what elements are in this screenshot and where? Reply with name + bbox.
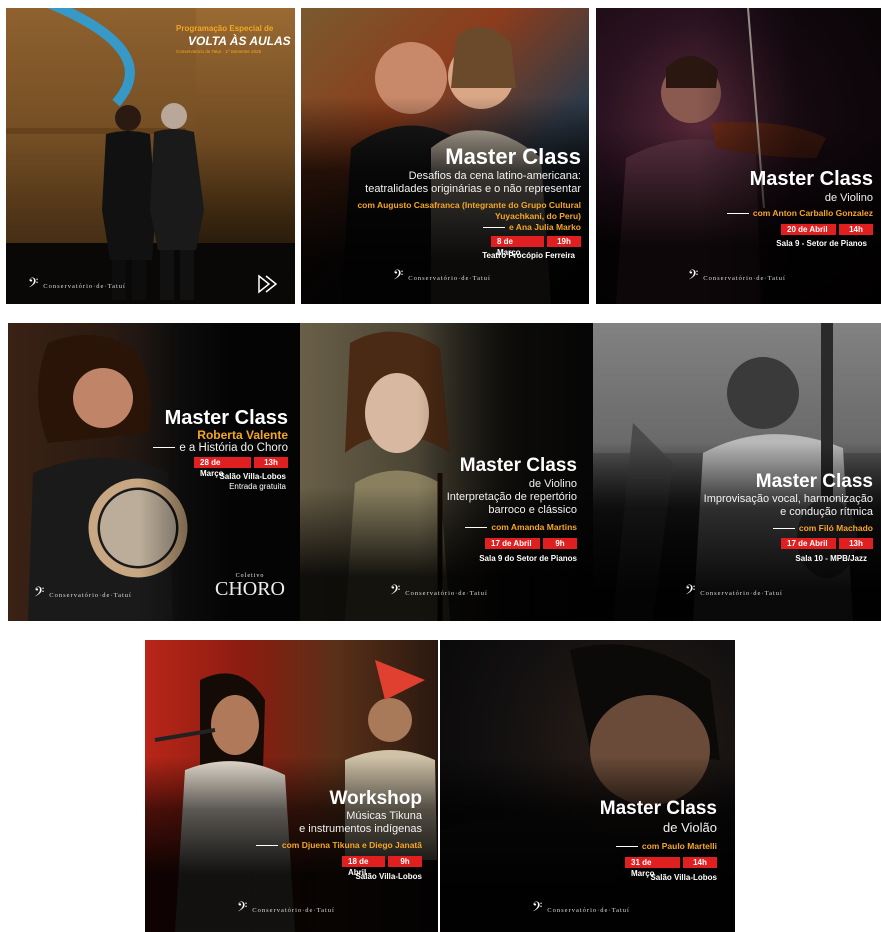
- bass-clef-icon: 𝄢: [390, 584, 402, 601]
- conservatorio-logo: 𝄢 Conservatório·de·Tatuí: [28, 277, 126, 294]
- guest-line: com Paulo Martelli: [615, 841, 717, 851]
- poster-master-class-teatro[interactable]: Master Class Desafios da cena latino-ame…: [301, 8, 589, 304]
- title: Workshop: [329, 788, 422, 809]
- venue: Sala 10 - MPB/Jazz: [795, 554, 867, 563]
- date-time-badge: 17 de Abril 9h: [485, 538, 577, 549]
- subtitle-line-1: Desafios da cena latino-americana:: [408, 170, 581, 182]
- conservatorio-logo: 𝄢 Conservatório·de·Tatuí: [393, 269, 491, 286]
- bass-clef-icon: 𝄢: [28, 277, 40, 294]
- poster-master-class-filo-machado[interactable]: Master Class Improvisação vocal, harmoni…: [593, 323, 881, 621]
- dark-overlay: [440, 640, 735, 932]
- play-forward-icon[interactable]: [256, 274, 280, 294]
- venue: Sala 9 do Setor de Pianos: [479, 554, 577, 563]
- hour: 13h: [839, 538, 873, 549]
- date-time-badge: 20 de Abril 14h: [781, 224, 873, 235]
- subtitle-line-1: Músicas Tikuna: [346, 810, 422, 822]
- date-time-badge: 28 de Março 13h: [194, 457, 288, 478]
- subtitle-line-2: teatralidades originárias e o não repres…: [365, 183, 581, 195]
- header-top: Programação Especial de: [176, 24, 274, 33]
- venue: Salão Villa-Lobos: [355, 872, 422, 881]
- conservatorio-logo: 𝄢 Conservatório·de·Tatuí: [237, 901, 335, 918]
- date: 31 de Março: [625, 857, 680, 878]
- guest-line: com Amanda Martins: [465, 522, 577, 532]
- date: 8 de Março: [491, 236, 544, 257]
- venue: Teatro Procópio Ferreira: [482, 251, 575, 260]
- date: 17 de Abril: [781, 538, 836, 549]
- poster-master-class-violao[interactable]: Master Class de Violão com Paulo Martell…: [440, 640, 735, 932]
- guest-line: com Filó Machado: [772, 523, 873, 533]
- hour: 9h: [543, 538, 577, 549]
- subtitle-line-1: de Violino: [528, 478, 577, 490]
- date: 17 de Abril: [485, 538, 540, 549]
- dark-overlay: [596, 8, 881, 304]
- hour: 9h: [388, 856, 422, 867]
- bass-clef-icon: 𝄢: [685, 584, 697, 601]
- people-silhouette: [102, 103, 204, 300]
- venue: Salão Villa-Lobos: [219, 472, 286, 481]
- subtitle-line-3: barroco e clássico: [488, 504, 577, 516]
- conservatorio-logo: 𝄢 Conservatório·de·Tatuí: [390, 584, 488, 601]
- subtitle-line-2: e instrumentos indígenas: [299, 823, 422, 835]
- bass-clef-icon: 𝄢: [237, 901, 249, 918]
- conservatorio-logo: 𝄢 Conservatório·de·Tatuí: [34, 586, 132, 603]
- bass-clef-icon: 𝄢: [532, 901, 544, 918]
- date: 28 de Março: [194, 457, 251, 478]
- subtitle-line: e a História do Choro: [153, 442, 288, 455]
- hour: 13h: [254, 457, 288, 468]
- title: Master Class: [459, 455, 577, 476]
- bass-clef-icon: 𝄢: [393, 269, 405, 286]
- conservatorio-logo: 𝄢 Conservatório·de·Tatuí: [532, 901, 630, 918]
- hour: 14h: [839, 224, 873, 235]
- venue-note: Entrada gratuita: [229, 482, 286, 491]
- bass-clef-icon: 𝄢: [688, 269, 700, 286]
- venue: Sala 9 - Setor de Pianos: [776, 239, 867, 248]
- guest-line: com Djuena Tikuna e Diego Janatã: [255, 840, 422, 850]
- title: Master Class: [164, 407, 288, 429]
- coletivo-choro-logo: Coletivo CHORO: [214, 573, 285, 600]
- dark-overlay: [145, 640, 438, 932]
- subtitle-line-1: de Violão: [663, 820, 717, 835]
- header-main: VOLTA ÀS AULAS: [188, 34, 291, 48]
- subtitle-line-2: e condução rítmica: [780, 506, 873, 518]
- poster-master-class-choro[interactable]: Master Class Roberta Valente e a Históri…: [8, 323, 300, 621]
- date-time-badge: 18 de Abril 9h: [342, 856, 422, 877]
- date-time-badge: 8 de Março 19h: [491, 236, 581, 257]
- poster-master-class-violino-anton[interactable]: Master Class de Violino com Anton Carbal…: [596, 8, 881, 304]
- guest-line: com Anton Carballo Gonzalez: [726, 208, 873, 218]
- poster-master-class-violino-amanda[interactable]: Master Class de Violino Interpretação de…: [300, 323, 593, 621]
- artist-name: Roberta Valente: [197, 428, 288, 442]
- title: Master Class: [749, 168, 873, 190]
- date-time-badge: 31 de Março 14h: [625, 857, 717, 878]
- date: 20 de Abril: [781, 224, 836, 235]
- subtitle-line-1: de Violino: [824, 192, 873, 204]
- hour: 19h: [547, 236, 581, 247]
- title: Master Class: [445, 144, 581, 169]
- title: Master Class: [599, 798, 717, 819]
- date-time-badge: 17 de Abril 13h: [781, 538, 873, 549]
- header-small: Conservatório de Tatuí · 1º Semestre 202…: [176, 49, 262, 54]
- guest-line-1: com Augusto Casafranca (Integrante do Gr…: [357, 200, 581, 210]
- conservatorio-logo: 𝄢 Conservatório·de·Tatuí: [685, 584, 783, 601]
- conservatorio-logo: 𝄢 Conservatório·de·Tatuí: [688, 269, 786, 286]
- subtitle-line-1: Improvisação vocal, harmonização: [703, 493, 873, 505]
- date: 18 de Abril: [342, 856, 385, 877]
- poster-volta-as-aulas[interactable]: Programação Especial de VOLTA ÀS AULAS C…: [6, 8, 295, 304]
- guest-line-3: e Ana Julia Marko: [483, 222, 581, 232]
- venue: Salão Villa-Lobos: [650, 873, 717, 882]
- bass-clef-icon: 𝄢: [34, 586, 46, 603]
- guest-line-2: Yuyachkani, do Peru): [495, 211, 581, 221]
- subtitle-line-2: Interpretação de repertório: [446, 491, 577, 503]
- poster-workshop-tikuna[interactable]: Workshop Músicas Tikuna e instrumentos i…: [145, 640, 438, 932]
- title: Master Class: [755, 471, 873, 492]
- hour: 14h: [683, 857, 717, 868]
